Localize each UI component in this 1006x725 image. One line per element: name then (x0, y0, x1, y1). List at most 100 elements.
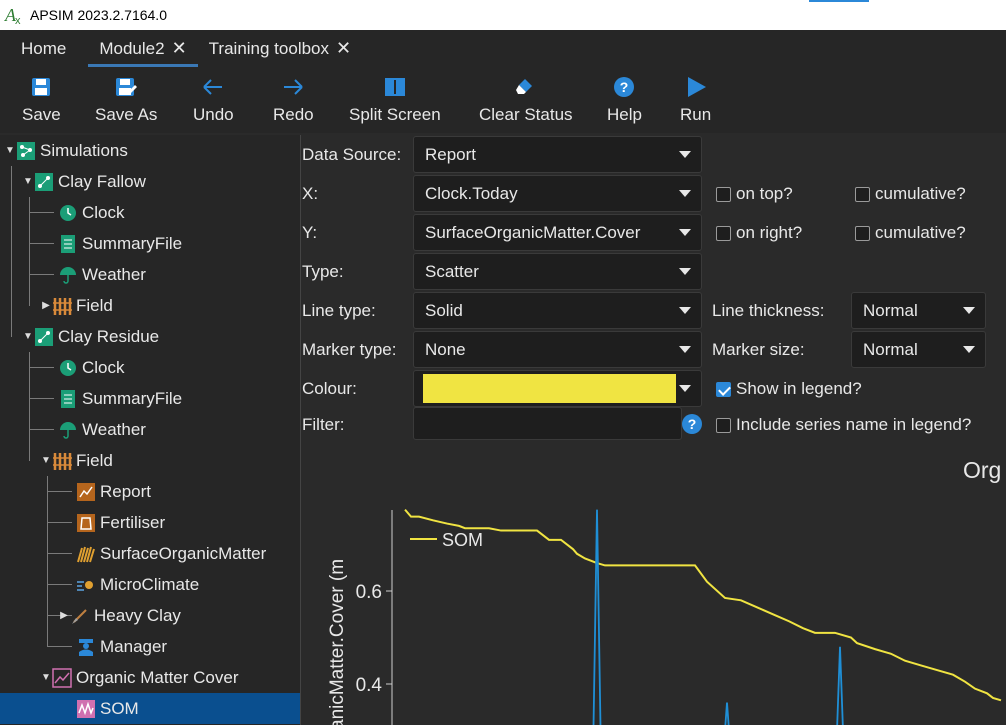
tree-node-surfaceorganicmatter[interactable]: SurfaceOrganicMatter (76, 538, 266, 569)
type-dropdown[interactable]: Scatter (413, 253, 702, 290)
tree-guide-line (47, 584, 72, 585)
y-on-right-checkbox[interactable]: on right? (716, 223, 802, 243)
tab-training-toolbox[interactable]: Training toolbox ✕ (198, 30, 362, 67)
include-series-name-checkbox[interactable]: Include series name in legend? (716, 415, 971, 435)
checkbox-box[interactable] (716, 186, 731, 202)
chevron-down-icon (679, 268, 691, 275)
tree-node-field[interactable]: ▼ Field (40, 445, 113, 476)
tree-guide-line (29, 243, 54, 244)
colour-dropdown[interactable] (413, 370, 702, 407)
split-screen-button[interactable]: Split Screen (349, 67, 441, 133)
x-cumulative-checkbox[interactable]: cumulative? (855, 184, 966, 204)
chevron-right-icon[interactable]: ▶ (58, 610, 70, 621)
tree-node-som[interactable]: SOM (0, 693, 300, 724)
tree-guide-line (11, 166, 12, 337)
tree-guide-line (47, 522, 72, 523)
save-as-icon (115, 75, 138, 99)
tree-node-clock[interactable]: Clock (58, 352, 125, 383)
checkbox-box[interactable] (716, 225, 731, 241)
tab-home[interactable]: Home (0, 30, 88, 67)
tree-node-field[interactable]: ▶ Field (40, 290, 113, 321)
help-icon[interactable]: ? (682, 414, 702, 434)
chevron-down-icon[interactable]: ▼ (22, 176, 34, 187)
apsim-logo-icon: A x (4, 4, 26, 27)
tree-label: SOM (100, 698, 139, 718)
line-thickness-value: Normal (863, 300, 918, 320)
chevron-down-icon[interactable]: ▼ (22, 331, 34, 342)
save-button[interactable]: Save (22, 67, 61, 133)
tree-node-manager[interactable]: Manager (76, 631, 167, 662)
checkbox-box[interactable] (716, 417, 731, 433)
tree-node-summaryfile[interactable]: SummaryFile (58, 228, 182, 259)
filter-label: Filter: (302, 415, 345, 434)
chevron-right-icon[interactable]: ▶ (40, 300, 52, 311)
fence-icon (52, 296, 72, 316)
marker-type-dropdown[interactable]: None (413, 331, 702, 368)
tree-node-clay-residue[interactable]: ▼ Clay Residue (22, 321, 159, 352)
tree-node-heavy-clay[interactable]: ▶ Heavy Clay (58, 600, 181, 631)
x-value: Clock.Today (425, 183, 518, 203)
undo-button[interactable]: Undo (193, 67, 234, 133)
checkbox-box[interactable] (716, 381, 731, 397)
chevron-down-icon[interactable]: ▼ (4, 145, 16, 156)
undo-label: Undo (193, 105, 234, 124)
tree-node-microclimate[interactable]: MicroClimate (76, 569, 199, 600)
help-label: Help (607, 105, 642, 124)
tree-label: Fertiliser (100, 512, 166, 532)
colour-swatch (423, 374, 676, 403)
chart-plot: anicMatter.Cover (m 0.6 0.4 SOM (327, 508, 1002, 725)
checkbox-label: cumulative? (875, 223, 966, 242)
tab-module2-label: Module2 (99, 38, 165, 58)
chevron-down-icon[interactable]: ▼ (40, 672, 52, 683)
run-label: Run (680, 105, 712, 124)
tree-label: Clay Residue (58, 326, 160, 346)
tree-node-clay-fallow[interactable]: ▼ Clay Fallow (22, 166, 146, 197)
x-on-top-checkbox[interactable]: on top? (716, 184, 793, 204)
tree-guide-line (29, 367, 54, 368)
chevron-down-icon[interactable]: ▼ (40, 455, 52, 466)
y-cumulative-checkbox[interactable]: cumulative? (855, 223, 966, 243)
clock-icon (58, 203, 78, 223)
checkbox-box[interactable] (855, 186, 870, 202)
y-label: Y: (302, 223, 318, 242)
checkbox-label: on top? (736, 184, 793, 203)
simulation-icon (34, 172, 54, 192)
y-dropdown[interactable]: SurfaceOrganicMatter.Cover (413, 214, 702, 251)
tree-node-clock[interactable]: Clock (58, 197, 125, 228)
close-icon[interactable]: ✕ (336, 38, 351, 59)
tree-node-report[interactable]: Report (76, 476, 151, 507)
save-as-label: Save As (95, 105, 158, 124)
title-accent-line (809, 0, 869, 2)
svg-text:?: ? (620, 79, 629, 95)
tree-label: Clock (82, 202, 125, 222)
tab-module2[interactable]: Module2 ✕ (88, 30, 198, 67)
tree-node-summaryfile[interactable]: SummaryFile (58, 383, 182, 414)
y-axis-label: anicMatter.Cover (m (327, 559, 348, 725)
tab-training-toolbox-label: Training toolbox (208, 38, 329, 58)
filter-input[interactable] (413, 407, 682, 440)
help-button[interactable]: ? Help (607, 67, 642, 133)
tree-node-weather[interactable]: Weather (58, 414, 146, 445)
show-in-legend-checkbox[interactable]: Show in legend? (716, 379, 862, 399)
redo-button[interactable]: Redo (273, 67, 314, 133)
tree-guide-line (47, 646, 72, 647)
tree-guide-line (29, 429, 54, 430)
checkbox-box[interactable] (855, 225, 870, 241)
tree-node-simulations[interactable]: ▼ Simulations (4, 135, 128, 166)
run-button[interactable]: Run (680, 67, 711, 133)
tree-node-organic-matter-cover[interactable]: ▼ Organic Matter Cover (40, 662, 239, 693)
marker-size-dropdown[interactable]: Normal (851, 331, 986, 368)
chevron-down-icon (679, 151, 691, 158)
x-dropdown[interactable]: Clock.Today (413, 175, 702, 212)
close-icon[interactable]: ✕ (172, 38, 187, 59)
save-as-button[interactable]: Save As (95, 67, 157, 133)
tree-node-weather[interactable]: Weather (58, 259, 146, 290)
data-source-dropdown[interactable]: Report (413, 136, 702, 173)
marker-size-label: Marker size: (712, 340, 805, 359)
shovel-icon (70, 606, 90, 626)
line-thickness-dropdown[interactable]: Normal (851, 292, 986, 329)
tree-node-fertiliser[interactable]: Fertiliser (76, 507, 165, 538)
clear-status-button[interactable]: Clear Status (479, 67, 573, 133)
line-type-dropdown[interactable]: Solid (413, 292, 702, 329)
series-line-som (404, 508, 1002, 702)
